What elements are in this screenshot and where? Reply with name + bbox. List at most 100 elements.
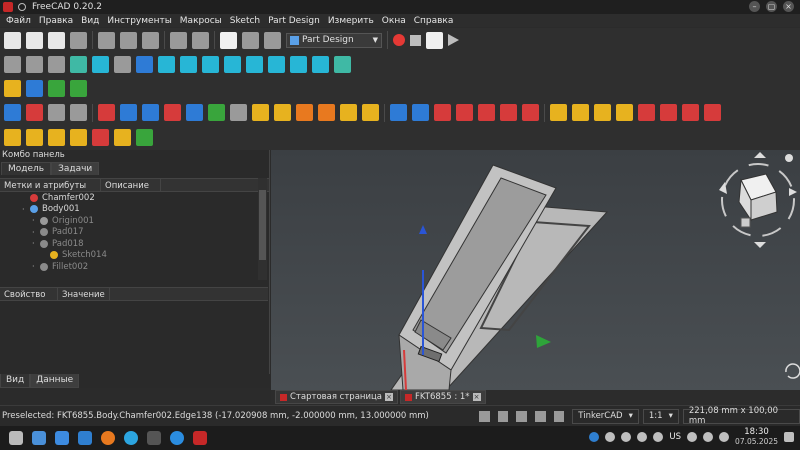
subtractive-loft-icon[interactable] bbox=[456, 104, 473, 121]
tree-column-labels[interactable]: Метки и атрибуты bbox=[0, 179, 101, 191]
macro-record-icon[interactable] bbox=[393, 34, 405, 46]
show-desktop-icon[interactable] bbox=[784, 432, 794, 442]
tab-model[interactable]: Модель bbox=[1, 162, 52, 175]
rotate-view-icon[interactable] bbox=[785, 363, 800, 379]
whats-this-icon[interactable] bbox=[264, 31, 281, 49]
undo-icon[interactable] bbox=[170, 31, 187, 49]
groove-icon[interactable] bbox=[434, 104, 451, 121]
new-file-icon[interactable] bbox=[4, 31, 21, 49]
telegram-icon[interactable] bbox=[124, 431, 138, 445]
chamfer-icon[interactable] bbox=[660, 104, 677, 121]
fit-all-icon[interactable] bbox=[4, 55, 21, 73]
create-part-icon[interactable] bbox=[4, 79, 21, 97]
polar-pattern-icon[interactable] bbox=[594, 104, 611, 121]
sketch-merge-icon[interactable] bbox=[70, 129, 87, 146]
network-icon[interactable] bbox=[653, 432, 664, 442]
sketch-section-icon[interactable] bbox=[26, 129, 43, 146]
minimize-icon[interactable]: – bbox=[749, 1, 760, 12]
view-bottom-icon[interactable] bbox=[290, 55, 307, 73]
scrollbar-thumb[interactable] bbox=[259, 190, 266, 260]
refresh-check-icon[interactable] bbox=[220, 31, 237, 49]
additive-primitive-icon[interactable] bbox=[362, 104, 379, 121]
multi-transform-icon[interactable] bbox=[616, 104, 633, 121]
back-arrow-icon[interactable] bbox=[92, 55, 109, 73]
mirror-body-icon[interactable] bbox=[230, 104, 247, 121]
tree-item[interactable]: Sketch014 bbox=[0, 250, 269, 262]
tab-start-page[interactable]: Стартовая страница × bbox=[275, 390, 398, 404]
menu-view[interactable]: Вид bbox=[77, 16, 103, 26]
sketch-attach-icon[interactable] bbox=[48, 129, 65, 146]
tree-item[interactable]: · Body001 bbox=[0, 204, 269, 216]
redo-icon[interactable] bbox=[192, 31, 209, 49]
snap-icon[interactable] bbox=[516, 410, 527, 422]
sketch-mirror-icon[interactable] bbox=[92, 129, 109, 146]
firefox-icon[interactable] bbox=[101, 431, 115, 445]
forward-arrow-icon[interactable] bbox=[114, 55, 131, 73]
print-icon[interactable] bbox=[70, 31, 87, 49]
subtractive-primitive-icon[interactable] bbox=[522, 104, 539, 121]
view-rear-icon[interactable] bbox=[268, 55, 285, 73]
navcube-mini-cube-icon[interactable] bbox=[740, 217, 751, 228]
menu-file[interactable]: Файл bbox=[2, 16, 35, 26]
volume-icon[interactable] bbox=[637, 432, 648, 442]
link-actions-icon[interactable] bbox=[70, 79, 87, 97]
tab-document[interactable]: FKT6855 : 1* × bbox=[399, 390, 486, 404]
bluetooth-icon[interactable] bbox=[687, 432, 698, 442]
paste-icon[interactable] bbox=[142, 31, 159, 49]
lock-icon[interactable] bbox=[497, 410, 509, 422]
additive-pipe-icon[interactable] bbox=[318, 104, 335, 121]
property-column-value[interactable]: Значение bbox=[58, 288, 110, 300]
tree-item[interactable]: Chamfer002 bbox=[0, 192, 269, 204]
draft-icon[interactable] bbox=[682, 104, 699, 121]
menu-tools[interactable]: Инструменты bbox=[103, 16, 175, 26]
pocket-icon[interactable] bbox=[390, 104, 407, 121]
zoom-selector[interactable]: 1:1 ▾ bbox=[642, 408, 679, 424]
tree-expander-icon[interactable]: · bbox=[32, 216, 40, 225]
tree-expander-icon[interactable]: · bbox=[32, 262, 40, 271]
tree-item[interactable]: · Origin001 bbox=[0, 215, 269, 227]
navcube-arrow-up-icon[interactable] bbox=[754, 152, 766, 158]
macro-stop-icon[interactable] bbox=[410, 34, 421, 46]
menu-macros[interactable]: Макросы bbox=[176, 16, 226, 26]
subtractive-helix-icon[interactable] bbox=[500, 104, 517, 121]
tree-column-description[interactable]: Описание bbox=[101, 179, 161, 191]
zoom-icon[interactable] bbox=[158, 55, 175, 73]
freecad-taskbar-icon[interactable] bbox=[193, 431, 207, 445]
navigation-style-selector[interactable]: TinkerCAD ▾ bbox=[572, 408, 639, 424]
view-isometric-icon[interactable] bbox=[180, 55, 197, 73]
sketch-view-icon[interactable] bbox=[4, 129, 21, 146]
subtractive-pipe-icon[interactable] bbox=[478, 104, 495, 121]
view-top-icon[interactable] bbox=[224, 55, 241, 73]
measure-distance-icon[interactable] bbox=[334, 55, 351, 73]
hole-icon[interactable] bbox=[412, 104, 429, 121]
terminal-icon[interactable] bbox=[147, 431, 161, 445]
macro-edit-icon[interactable] bbox=[426, 31, 443, 49]
remote-desktop-icon[interactable] bbox=[170, 431, 184, 445]
shape-binder-icon[interactable] bbox=[70, 104, 87, 121]
save-icon[interactable] bbox=[48, 31, 65, 49]
file-manager-icon[interactable] bbox=[78, 431, 92, 445]
sync-view-icon[interactable] bbox=[136, 55, 153, 73]
datum-point-icon[interactable] bbox=[98, 104, 115, 121]
navcube-menu-icon[interactable] bbox=[785, 154, 793, 162]
tree-item[interactable]: · Fillet002 bbox=[0, 261, 269, 273]
fillet-icon[interactable] bbox=[638, 104, 655, 121]
menu-windows[interactable]: Окна bbox=[378, 16, 410, 26]
info-icon[interactable] bbox=[589, 432, 600, 442]
menu-sketch[interactable]: Sketch bbox=[226, 16, 264, 26]
tree-item[interactable]: · Pad018 bbox=[0, 238, 269, 250]
tree-expander-icon[interactable]: · bbox=[22, 205, 30, 214]
copy-icon[interactable] bbox=[120, 31, 137, 49]
maximize-icon[interactable]: ▢ bbox=[766, 1, 777, 12]
window-menu-icon[interactable] bbox=[18, 3, 26, 11]
app-launcher-icon[interactable] bbox=[9, 431, 23, 445]
tab-tasks[interactable]: Задачи bbox=[51, 162, 100, 175]
pad-icon[interactable] bbox=[252, 104, 269, 121]
view-left-icon[interactable] bbox=[312, 55, 329, 73]
revolution-icon[interactable] bbox=[274, 104, 291, 121]
mirrored-icon[interactable] bbox=[550, 104, 567, 121]
menu-help[interactable]: Справка bbox=[410, 16, 458, 26]
keyboard-layout[interactable]: US bbox=[669, 432, 681, 442]
tray-expand-icon[interactable] bbox=[719, 432, 730, 442]
thickness-icon[interactable] bbox=[704, 104, 721, 121]
